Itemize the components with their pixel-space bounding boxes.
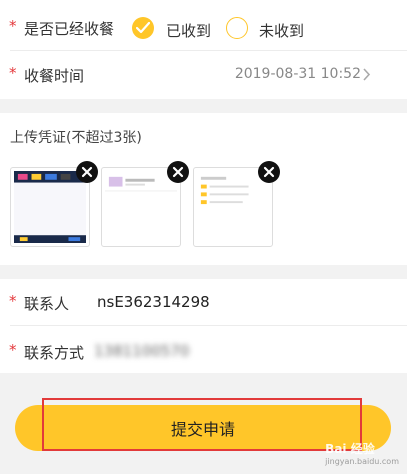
remove-image-close-icon[interactable] xyxy=(167,161,189,183)
contact-name-input[interactable]: nsE362314298 xyxy=(97,293,210,311)
screenshot-thumbnail-image xyxy=(197,171,269,243)
contact-name-label: 联系人 xyxy=(24,295,70,313)
contact-card: * 联系人 nsE362314298 * 联系方式 1381100570 xyxy=(0,279,407,373)
receipt-card: * 是否已经收餐 已收到 未收到 * 收餐时间 2019-08-31 10:52 xyxy=(0,0,407,99)
upload-title: 上传凭证(不超过3张) xyxy=(10,130,142,146)
required-mark: * xyxy=(9,341,17,359)
baidu-jingyan-watermark: Bai 经验 jingyan.baidu.com xyxy=(325,440,399,466)
contact-phone-row: * 联系方式 1381100570 xyxy=(0,327,407,373)
radio-not-received-icon[interactable] xyxy=(226,17,248,39)
required-mark: * xyxy=(9,292,17,310)
receive-time-row[interactable]: * 收餐时间 2019-08-31 10:52 xyxy=(0,50,407,98)
contact-phone-label: 联系方式 xyxy=(24,344,85,362)
receive-time-value[interactable]: 2019-08-31 10:52 xyxy=(235,66,361,82)
received-label: 是否已经收餐 xyxy=(24,20,115,38)
watermark-text: Bai 经验 xyxy=(325,442,375,456)
receive-time-label: 收餐时间 xyxy=(24,67,85,85)
screenshot-thumbnail-image xyxy=(105,171,177,243)
radio-received-checked-icon[interactable] xyxy=(132,17,154,39)
received-row: * 是否已经收餐 已收到 未收到 xyxy=(0,4,407,52)
contact-phone-input[interactable]: 1381100570 xyxy=(94,342,189,360)
remove-image-close-icon[interactable] xyxy=(76,161,98,183)
option-received-label[interactable]: 已收到 xyxy=(166,20,211,41)
required-mark: * xyxy=(9,17,17,35)
screenshot-thumbnail-image xyxy=(14,171,86,243)
watermark-sub: jingyan.baidu.com xyxy=(325,457,399,466)
required-mark: * xyxy=(9,64,17,82)
divider xyxy=(10,325,407,326)
contact-name-row: * 联系人 nsE362314298 xyxy=(0,279,407,325)
option-not-received-label[interactable]: 未收到 xyxy=(259,20,304,41)
remove-image-close-icon[interactable] xyxy=(258,161,280,183)
upload-card: 上传凭证(不超过3张) xyxy=(0,113,407,265)
chevron-right-icon[interactable] xyxy=(363,68,371,81)
